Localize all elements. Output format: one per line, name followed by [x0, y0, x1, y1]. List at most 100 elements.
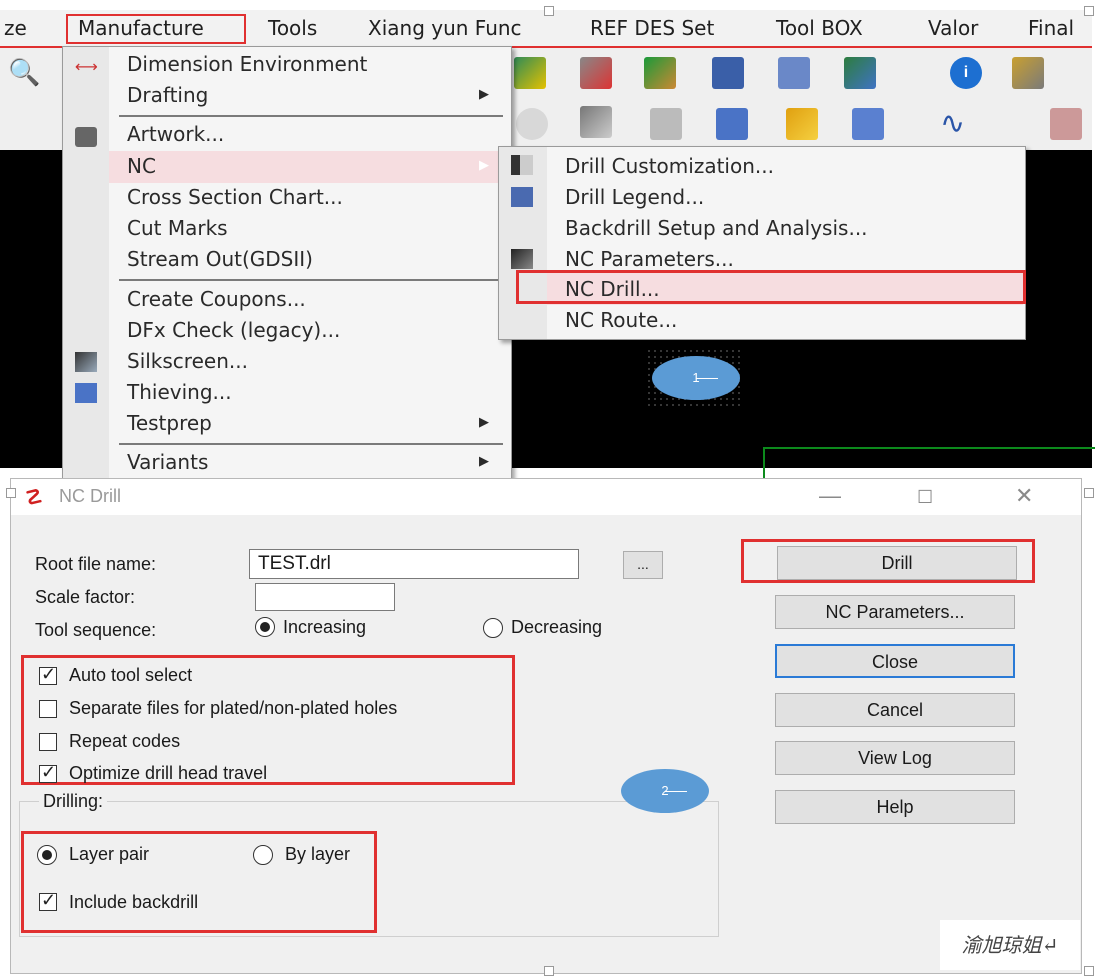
menu-item-artwork[interactable]: Artwork... — [127, 119, 499, 149]
crop-handle — [6, 488, 16, 498]
waveform-icon[interactable]: ∿ — [940, 108, 972, 140]
menu-item-cross-section-chart[interactable]: Cross Section Chart... — [127, 182, 499, 212]
array-icon[interactable] — [852, 108, 884, 140]
submenu-arrow-icon: ▶ — [479, 454, 489, 469]
zoom-icon[interactable]: 🔍 — [8, 57, 40, 89]
menu-item-label: Testprep — [127, 411, 212, 435]
drilling-group-label: Drilling: — [39, 791, 108, 812]
menu-item-label: Cut Marks — [127, 216, 228, 240]
menu-item-dimension-environment[interactable]: Dimension Environment — [127, 49, 499, 79]
menu-item-silkscreen[interactable]: Silkscreen... — [127, 346, 499, 376]
step-marker-1: 1 — [652, 356, 740, 400]
drill-customization-icon — [511, 155, 533, 175]
auto-tool-select-label: Auto tool select — [69, 665, 193, 685]
nc-drill-dialog: ☡ NC Drill — ☐ ✕ Root file name: TEST.dr… — [10, 478, 1082, 974]
menu-item-xiang-yun-func[interactable]: Xiang yun Func — [368, 16, 522, 40]
submenu-arrow-icon: ▶ — [479, 158, 489, 173]
dfa-icon[interactable] — [778, 57, 810, 89]
radio-increasing[interactable] — [255, 617, 275, 637]
browse-button[interactable]: ... — [623, 551, 663, 579]
nc-parameters-button[interactable]: NC Parameters... — [775, 595, 1015, 629]
folder-icon[interactable] — [1050, 108, 1082, 140]
globe-icon[interactable] — [844, 57, 876, 89]
menu-item-dfx-check[interactable]: DFx Check (legacy)... — [127, 315, 499, 345]
checkbox-separate-files[interactable] — [39, 700, 57, 718]
menu-item-drill-customization[interactable]: Drill Customization... — [565, 151, 774, 181]
place-icon[interactable] — [580, 57, 612, 89]
refdes-icon[interactable] — [580, 106, 612, 138]
close-icon[interactable]: ✕ — [1015, 483, 1033, 509]
menu-separator — [119, 115, 503, 117]
radio-by-layer[interactable] — [253, 845, 273, 865]
menu-item-label: Thieving... — [127, 380, 232, 404]
menu-item-label: Silkscreen... — [127, 349, 248, 373]
submenu-arrow-icon: ▶ — [479, 415, 489, 430]
route-icon[interactable] — [644, 57, 676, 89]
menu-item-drafting[interactable]: Drafting ▶ — [127, 80, 499, 110]
checkbox-include-backdrill[interactable] — [39, 890, 57, 911]
crop-handle — [544, 966, 554, 976]
menu-item-backdrill-setup[interactable]: Backdrill Setup and Analysis... — [565, 213, 868, 243]
dialog-titlebar: ☡ NC Drill — ☐ ✕ — [11, 479, 1081, 515]
menu-item-cut-marks[interactable]: Cut Marks — [127, 213, 499, 243]
cancel-button[interactable]: Cancel — [775, 693, 1015, 727]
crop-handle — [1084, 966, 1094, 976]
menu-item-ref-des-set[interactable]: REF DES Set — [590, 16, 714, 40]
menu-item-stream-out[interactable]: Stream Out(GDSII) — [127, 244, 499, 274]
menu-item-testprep[interactable]: Testprep ▶ — [127, 408, 499, 438]
checkbox-repeat-codes[interactable] — [39, 733, 57, 751]
by-layer-label: By layer — [285, 844, 351, 864]
thieving-icon — [75, 383, 97, 403]
menu-item-thieving[interactable]: Thieving... — [127, 377, 499, 407]
decreasing-label: Decreasing — [511, 617, 603, 637]
menu-item-drill-legend[interactable]: Drill Legend... — [565, 182, 704, 212]
repeat-codes-label: Repeat codes — [69, 731, 181, 751]
nc-parameters-icon — [511, 249, 533, 269]
menu-item-label: Create Coupons... — [127, 287, 306, 311]
maximize-icon[interactable]: ☐ — [917, 487, 933, 508]
checkbox-auto-tool-select[interactable] — [39, 664, 57, 685]
pin-icon[interactable] — [650, 108, 682, 140]
test-point-icon[interactable] — [786, 108, 818, 140]
menu-item-tool-box[interactable]: Tool BOX — [776, 16, 863, 40]
menu-item-valor[interactable]: Valor — [928, 16, 978, 40]
view-log-button[interactable]: View Log — [775, 741, 1015, 775]
nc-submenu: Drill Customization... Drill Legend... B… — [498, 146, 1026, 340]
menu-item-tools[interactable]: Tools — [268, 16, 317, 40]
menu-item-nc-route[interactable]: NC Route... — [565, 305, 677, 335]
menu-item-label: Drafting — [127, 83, 209, 107]
optimize-drill-head-label: Optimize drill head travel — [69, 763, 268, 783]
radio-layer-pair[interactable] — [37, 845, 57, 865]
drill-button[interactable]: Drill — [777, 546, 1017, 580]
radio-decreasing[interactable] — [483, 618, 503, 638]
root-file-input[interactable]: TEST.drl — [249, 549, 579, 579]
scale-factor-input[interactable] — [255, 583, 395, 611]
help-button[interactable]: Help — [775, 790, 1015, 824]
minimize-icon[interactable]: — — [819, 483, 841, 509]
menu-item-create-coupons[interactable]: Create Coupons... — [127, 284, 499, 314]
close-button[interactable]: Close — [775, 644, 1015, 678]
menu-item-variants[interactable]: Variants ▶ — [127, 447, 499, 477]
app-logo-icon: ☡ — [25, 487, 43, 509]
grid-color-icon[interactable] — [514, 57, 546, 89]
include-backdrill-label: Include backdrill — [69, 892, 199, 912]
matrix-icon[interactable] — [716, 108, 748, 140]
root-file-value: TEST.drl — [258, 553, 331, 574]
info-icon[interactable]: i — [950, 57, 982, 89]
menu-item-nc[interactable]: NC ▶ — [127, 151, 499, 181]
property-icon[interactable] — [1012, 57, 1044, 89]
menu-separator — [119, 279, 503, 281]
menu-item-analyze[interactable]: ze — [4, 16, 27, 40]
menu-item-manufacture[interactable]: Manufacture — [78, 16, 204, 40]
menu-item-label: NC — [127, 154, 156, 178]
menu-item-label: Stream Out(GDSII) — [127, 247, 313, 271]
camera-icon[interactable] — [516, 108, 548, 140]
step-marker-2: 2 — [621, 769, 709, 813]
drill-legend-icon — [511, 187, 533, 207]
cm-icon[interactable] — [712, 57, 744, 89]
dimension-icon: ⟷ — [75, 57, 98, 76]
checkbox-optimize-drill-head[interactable] — [39, 762, 57, 783]
highlight-box-nc-drill — [516, 270, 1026, 304]
menu-item-final[interactable]: Final — [1028, 16, 1074, 40]
submenu-icon-gutter — [499, 147, 547, 339]
